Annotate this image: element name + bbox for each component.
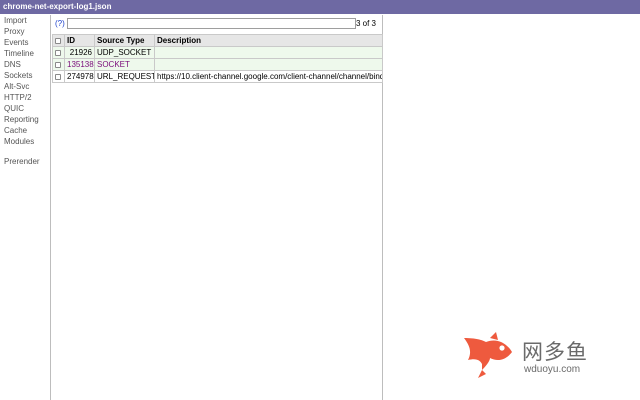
sidebar-item-quic[interactable]: QUIC [0,103,50,114]
sidebar-item-modules[interactable]: Modules [0,136,50,147]
cell-description [154,58,383,71]
column-header-source-type[interactable]: Source Type [94,34,155,47]
sidebar-nav: Import Proxy Events Timeline DNS Sockets… [0,15,50,400]
sidebar-item-events[interactable]: Events [0,37,50,48]
window-title: chrome-net-export-log1.json [3,2,112,11]
sidebar-item-dns[interactable]: DNS [0,59,50,70]
cell-source-type: UDP_SOCKET [94,46,155,59]
filter-input[interactable] [67,18,356,29]
sidebar-item-reporting[interactable]: Reporting [0,114,50,125]
cell-id: 135138 [64,58,95,71]
fish-logo-icon [464,332,512,378]
sidebar-item-prerender[interactable]: Prerender [0,156,50,167]
title-bar: chrome-net-export-log1.json [0,0,640,14]
cell-description [154,46,383,59]
select-all-header[interactable] [52,34,65,47]
row-select-cell[interactable] [52,70,65,83]
watermark: 网多鱼 wduoyu.com [460,330,630,380]
filter-bar: (?) 3 of 3 [54,18,380,30]
row-select-cell[interactable] [52,46,65,59]
sidebar-item-http2[interactable]: HTTP/2 [0,92,50,103]
table-header-row: ID Source Type Description [52,34,383,47]
watermark-url: wduoyu.com [524,364,581,375]
column-header-id[interactable]: ID [64,34,95,47]
row-select-cell[interactable] [52,58,65,71]
sidebar-item-import[interactable]: Import [0,15,50,26]
row-checkbox[interactable] [55,73,61,80]
row-checkbox[interactable] [55,49,61,56]
sidebar-item-alt-svc[interactable]: Alt-Svc [0,81,50,92]
cell-source-type: SOCKET [94,58,155,71]
cell-id: 21926 [64,46,95,59]
event-count: 3 of 3 [355,19,376,28]
events-panel: (?) 3 of 3 ID Source Type Description 21… [50,15,383,400]
column-header-description[interactable]: Description [154,34,383,47]
sidebar-item-proxy[interactable]: Proxy [0,26,50,37]
cell-source-type: URL_REQUEST [94,70,155,83]
watermark-chinese-text: 网多鱼 [522,340,588,364]
row-checkbox[interactable] [55,61,61,68]
table-row[interactable]: 274978 URL_REQUEST https://10.client-cha… [52,70,383,83]
sidebar-item-sockets[interactable]: Sockets [0,70,50,81]
cell-id: 274978 [64,70,95,83]
filter-help-link[interactable]: (?) [55,19,65,28]
events-table: ID Source Type Description 21926 UDP_SOC… [52,34,383,83]
cell-description: https://10.client-channel.google.com/cli… [154,70,383,83]
select-all-checkbox[interactable] [55,37,61,44]
sidebar-item-timeline[interactable]: Timeline [0,48,50,59]
sidebar-item-cache[interactable]: Cache [0,125,50,136]
table-row[interactable]: 135138 SOCKET [52,58,383,71]
table-row[interactable]: 21926 UDP_SOCKET [52,46,383,59]
